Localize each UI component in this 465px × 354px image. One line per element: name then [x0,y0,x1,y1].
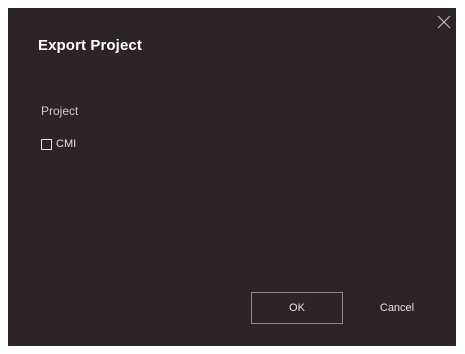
cmi-checkbox[interactable] [41,138,52,150]
ok-button[interactable]: OK [251,292,343,324]
dialog-title: Export Project [38,37,142,54]
project-section-label: Project [41,104,79,118]
export-project-dialog: Export Project Project CMI OK Cancel [8,8,456,346]
cmi-checkbox-label: CMI [56,138,77,150]
close-button[interactable] [434,12,454,32]
cmi-checkbox-row[interactable]: CMI [41,138,76,150]
close-icon [437,15,451,29]
cancel-button[interactable]: Cancel [361,292,433,324]
